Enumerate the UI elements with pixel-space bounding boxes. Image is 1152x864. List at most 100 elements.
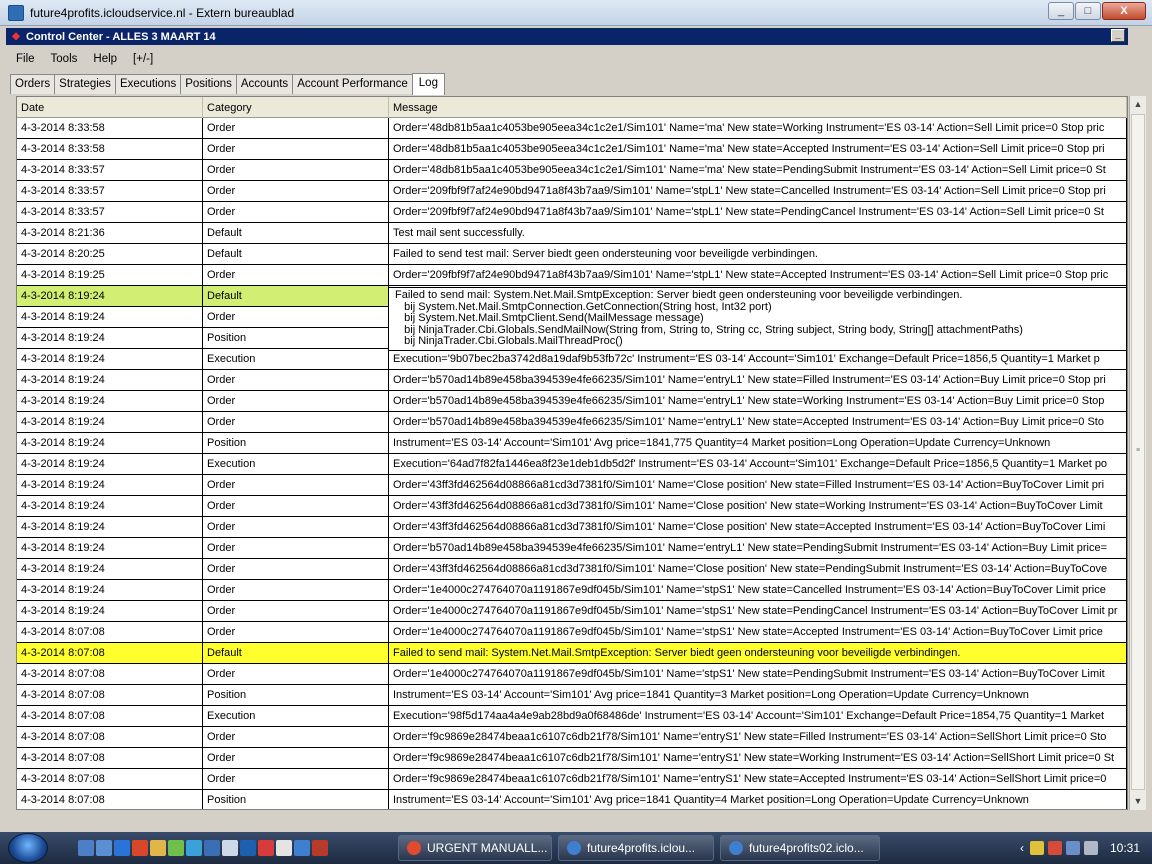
table-row[interactable]: 4-3-2014 8:21:36 Default Test mail sent su… xyxy=(17,223,1127,244)
scroll-thumb[interactable]: ≡ xyxy=(1131,114,1145,790)
message-cell: Order='48db81b5aa1c4053be905eea34c1c2e1/… xyxy=(389,160,1127,180)
taskbar-item-rdp-1[interactable]: future4profits.iclou... xyxy=(558,835,714,861)
tab-strip: Orders Strategies Executions Positions A… xyxy=(10,73,445,95)
table-row[interactable]: 4-3-2014 8:07:08 Order Order='1e4000c27476… xyxy=(17,664,1127,685)
volume-icon[interactable] xyxy=(1083,841,1098,855)
table-row[interactable]: 4-3-2014 8:19:24 Order Order='b570ad14b89e… xyxy=(17,538,1127,559)
tab-orders[interactable]: Orders xyxy=(10,74,56,94)
app-tray-icon[interactable] xyxy=(1047,841,1062,855)
message-cell: Failed to send test mail: Server biedt g… xyxy=(389,244,1127,264)
date-cell: 4-3-2014 8:19:24 xyxy=(17,538,203,558)
table-row[interactable]: 4-3-2014 8:19:24 Order Order='1e4000c27476… xyxy=(17,580,1127,601)
close-button[interactable]: X xyxy=(1102,2,1146,20)
table-row[interactable]: 4-3-2014 8:20:25 Default Failed to send te… xyxy=(17,244,1127,265)
internet-explorer-icon[interactable] xyxy=(114,840,130,856)
menu-file[interactable]: File xyxy=(16,53,35,65)
tab-accounts[interactable]: Accounts xyxy=(235,74,294,94)
menu-toggle[interactable]: [+/-] xyxy=(133,53,153,65)
table-row[interactable]: 4-3-2014 8:19:24 Order Order='43ff3fd46256… xyxy=(17,517,1127,538)
taskbar-item-chrome[interactable]: URGENT MANUALL... xyxy=(398,835,552,861)
app-icon[interactable] xyxy=(186,840,202,856)
category-cell: Order xyxy=(203,601,389,621)
table-row[interactable]: 4-3-2014 8:33:57 Order Order='209fbf9f7af2… xyxy=(17,202,1127,223)
warning-icon[interactable] xyxy=(1029,841,1044,855)
date-cell: 4-3-2014 8:07:08 xyxy=(17,790,203,809)
tab-strategies[interactable]: Strategies xyxy=(54,74,116,94)
app-icon[interactable] xyxy=(168,840,184,856)
vertical-scrollbar[interactable]: ▲ ≡ ▼ xyxy=(1129,96,1146,810)
tab-executions[interactable]: Executions xyxy=(114,74,182,94)
table-row[interactable]: 4-3-2014 8:19:24 Execution Execution='9b07… xyxy=(17,349,1127,370)
category-cell: Order xyxy=(203,664,389,684)
tab-account-performance[interactable]: Account Performance xyxy=(292,74,413,94)
table-row[interactable]: 4-3-2014 8:19:24 Order Order='43ff3fd46256… xyxy=(17,559,1127,580)
date-cell: 4-3-2014 8:33:57 xyxy=(17,160,203,180)
table-row[interactable]: 4-3-2014 8:07:08 Default Failed to send ma… xyxy=(17,643,1127,664)
table-row[interactable]: 4-3-2014 8:33:58 Order Order='48db81b5aa1c… xyxy=(17,139,1127,160)
system-tray: ‹ 10:31 xyxy=(1020,832,1152,864)
table-row[interactable]: 4-3-2014 8:19:24 Order Order='b570ad14b89e… xyxy=(17,412,1127,433)
message-cell: Order='209fbf9f7af24e90bd9471a8f43b7aa9/… xyxy=(389,265,1127,285)
taskbar-item-label: future4profits.iclou... xyxy=(587,841,696,855)
clock[interactable]: 10:31 xyxy=(1110,841,1140,855)
app-icon[interactable] xyxy=(258,840,274,856)
app-icon[interactable] xyxy=(240,840,256,856)
category-cell: Execution xyxy=(203,706,389,726)
app-icon[interactable] xyxy=(312,840,328,856)
table-row[interactable]: 4-3-2014 8:19:24 Execution Execution='64ad… xyxy=(17,454,1127,475)
table-row[interactable]: 4-3-2014 8:19:24 Order Order='43ff3fd46256… xyxy=(17,496,1127,517)
show-hidden-icons-icon[interactable]: ‹ xyxy=(1020,841,1024,855)
message-cell: Order='1e4000c274764070a1191867e9df045b/… xyxy=(389,580,1127,600)
table-row[interactable]: 4-3-2014 8:19:24 Order Order='b570ad14b89e… xyxy=(17,391,1127,412)
table-row[interactable]: 4-3-2014 8:07:08 Order Order='f9c9869e2847… xyxy=(17,748,1127,769)
menu-tools[interactable]: Tools xyxy=(51,53,78,65)
message-cell: Execution='98f5d174aa4a4e9ab28bd9a0f6848… xyxy=(389,706,1127,726)
chart-icon[interactable] xyxy=(204,840,220,856)
network-icon[interactable] xyxy=(1065,841,1080,855)
table-row[interactable]: 4-3-2014 8:19:25 Order Order='209fbf9f7af2… xyxy=(17,265,1127,286)
scroll-down-arrow-icon[interactable]: ▼ xyxy=(1130,793,1146,810)
category-cell: Order xyxy=(203,538,389,558)
column-header-category[interactable]: Category xyxy=(203,97,389,118)
column-header-date[interactable]: Date xyxy=(17,97,203,118)
table-row[interactable]: 4-3-2014 8:33:57 Order Order='209fbf9f7af2… xyxy=(17,181,1127,202)
table-row[interactable]: 4-3-2014 8:19:24 Order Order='b570ad14b89e… xyxy=(17,370,1127,391)
column-header-message[interactable]: Message xyxy=(389,97,1127,118)
table-row[interactable]: 4-3-2014 8:07:08 Order Order='f9c9869e2847… xyxy=(17,769,1127,790)
start-button[interactable] xyxy=(8,833,48,863)
minimize-button[interactable]: _ xyxy=(1048,2,1074,20)
scroll-up-arrow-icon[interactable]: ▲ xyxy=(1130,96,1146,113)
category-cell: Position xyxy=(203,790,389,809)
table-row[interactable]: 4-3-2014 8:19:24 Order Order='43ff3fd46256… xyxy=(17,475,1127,496)
menu-help[interactable]: Help xyxy=(93,53,117,65)
remote-desktop-icon[interactable] xyxy=(294,840,310,856)
table-row[interactable]: 4-3-2014 8:33:58 Order Order='48db81b5aa1c… xyxy=(17,118,1127,139)
table-row[interactable]: 4-3-2014 8:33:57 Order Order='48db81b5aa1c… xyxy=(17,160,1127,181)
date-cell: 4-3-2014 8:19:24 xyxy=(17,370,203,390)
table-row[interactable]: 4-3-2014 8:07:08 Position Instrument='ES 0… xyxy=(17,685,1127,706)
message-cell: Order='48db81b5aa1c4053be905eea34c1c2e1/… xyxy=(389,118,1127,138)
taskbar-item-rdp-2[interactable]: future4profits02.iclo... xyxy=(720,835,880,861)
chrome-icon[interactable] xyxy=(132,840,148,856)
table-row[interactable]: 4-3-2014 8:07:08 Position Instrument='ES 0… xyxy=(17,790,1127,809)
cc-minimize-button[interactable]: _ xyxy=(1111,29,1125,42)
explorer-icon[interactable] xyxy=(96,840,112,856)
document-icon[interactable] xyxy=(276,840,292,856)
tab-positions[interactable]: Positions xyxy=(180,74,237,94)
control-center-titlebar: ◆ Control Center - ALLES 3 MAART 14 _ xyxy=(6,28,1128,45)
folder-icon[interactable] xyxy=(150,840,166,856)
table-row[interactable]: 4-3-2014 8:07:08 Execution Execution='98f5… xyxy=(17,706,1127,727)
date-cell: 4-3-2014 8:33:57 xyxy=(17,202,203,222)
app-icon[interactable] xyxy=(222,840,238,856)
message-cell: Order='43ff3fd462564d08866a81cd3d7381f0/… xyxy=(389,517,1127,537)
rdp-window-title: future4profits.icloudservice.nl - Extern… xyxy=(30,5,295,20)
table-row[interactable]: 4-3-2014 8:07:08 Order Order='f9c9869e2847… xyxy=(17,727,1127,748)
table-row[interactable]: 4-3-2014 8:19:24 Order Order='1e4000c27476… xyxy=(17,601,1127,622)
table-row[interactable]: 4-3-2014 8:19:24 Position Instrument='ES 0… xyxy=(17,433,1127,454)
date-cell: 4-3-2014 8:19:24 xyxy=(17,580,203,600)
table-row[interactable]: 4-3-2014 8:07:08 Order Order='1e4000c27476… xyxy=(17,622,1127,643)
message-cell: Instrument='ES 03-14' Account='Sim101' A… xyxy=(389,685,1127,705)
desktop-icon[interactable] xyxy=(78,840,94,856)
tab-log[interactable]: Log xyxy=(411,73,445,95)
maximize-button[interactable]: □ xyxy=(1075,2,1101,20)
